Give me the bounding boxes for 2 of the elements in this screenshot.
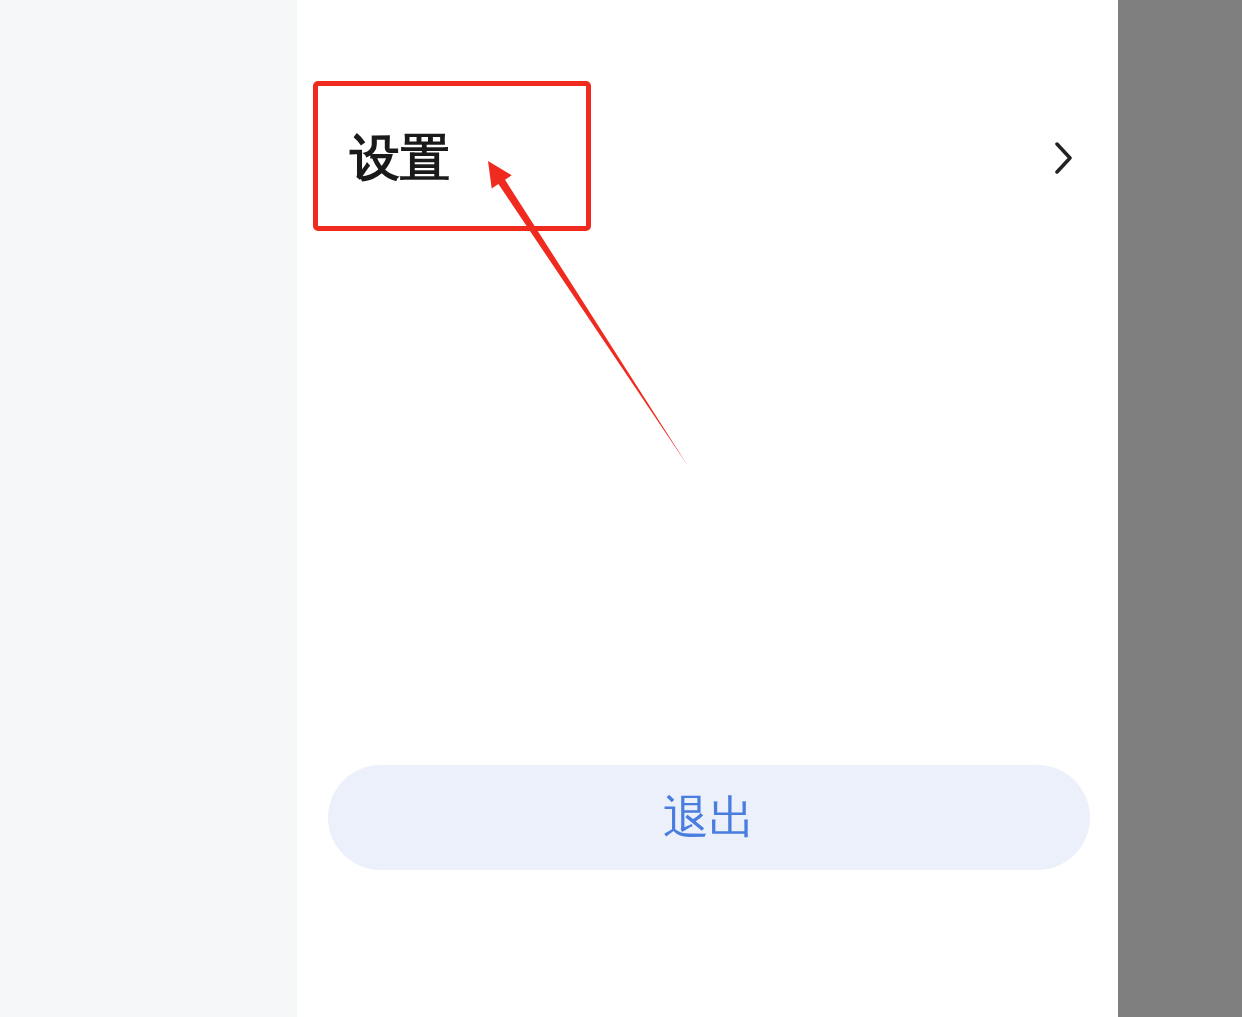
chevron-right-icon (1055, 142, 1073, 174)
settings-menu-item[interactable]: 设置 (297, 98, 1118, 218)
